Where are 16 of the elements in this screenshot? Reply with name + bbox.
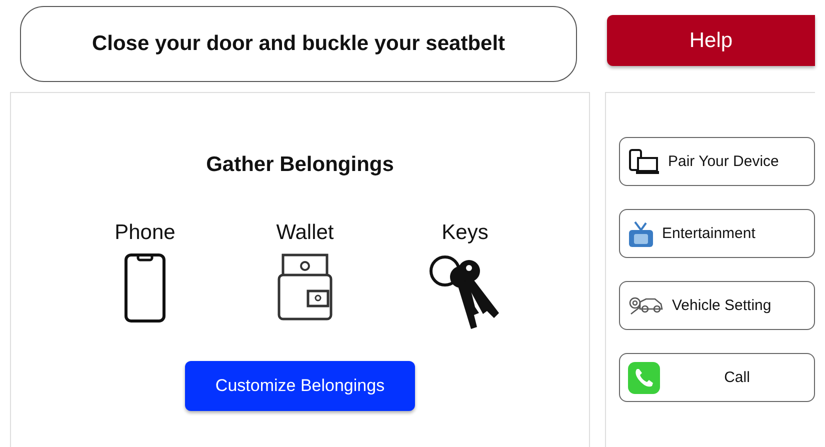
- menu-button[interactable]: Pair Your Device: [619, 137, 815, 186]
- customize-belongings-button[interactable]: Customize Belongings: [185, 361, 415, 411]
- menu-button[interactable]: Call: [619, 353, 815, 402]
- devices-icon: [628, 148, 660, 176]
- help-button[interactable]: Help: [607, 15, 815, 66]
- wallet-icon: [277, 253, 333, 321]
- menu-button[interactable]: Entertainment: [619, 209, 815, 258]
- tv-icon: [628, 220, 654, 248]
- phone-call-icon: [628, 362, 660, 394]
- belongings-title: Gather Belongings: [206, 153, 394, 177]
- seatbelt-banner: Close your door and buckle your seatbelt: [20, 6, 577, 82]
- belonging-label: Keys: [442, 221, 488, 245]
- belonging-label: Wallet: [276, 221, 334, 245]
- phone-icon: [124, 253, 166, 323]
- belonging-label: Phone: [114, 221, 176, 245]
- menu-button[interactable]: Vehicle Setting: [619, 281, 815, 330]
